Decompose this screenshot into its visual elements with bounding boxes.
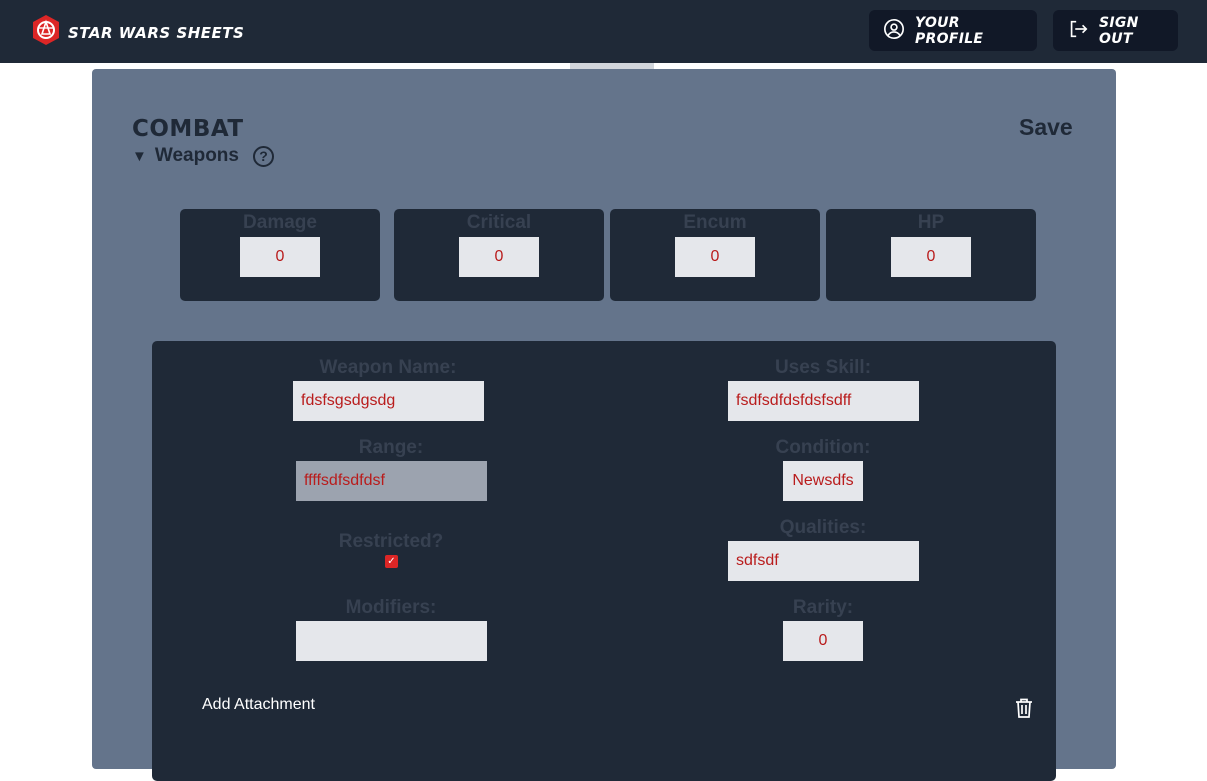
- sign-out-button[interactable]: SIGN OUT: [1053, 10, 1178, 51]
- trash-icon[interactable]: [1014, 697, 1034, 724]
- user-circle-icon: [883, 18, 905, 44]
- stat-critical: Critical: [394, 209, 604, 301]
- restricted-label: Restricted?: [338, 531, 444, 552]
- condition-input[interactable]: [783, 461, 863, 501]
- range-input[interactable]: [296, 461, 487, 501]
- rarity-input[interactable]: [783, 621, 863, 661]
- hp-input[interactable]: [891, 237, 971, 277]
- stat-label: HP: [917, 212, 945, 233]
- sign-out-label: SIGN OUT: [1099, 14, 1139, 47]
- combat-panel: COMBAT Save ▼ Weapons ? Damage Critical …: [92, 69, 1116, 781]
- stat-hp: HP: [826, 209, 1036, 301]
- uses-skill-input[interactable]: [728, 381, 919, 421]
- add-attachment-button[interactable]: Add Attachment: [202, 696, 315, 714]
- qualities-label: Qualities:: [779, 517, 867, 538]
- critical-input[interactable]: [459, 237, 539, 277]
- damage-input[interactable]: [240, 237, 320, 277]
- rarity-label: Rarity:: [792, 597, 854, 618]
- condition-label: Condition:: [775, 437, 871, 458]
- stat-label: Critical: [466, 212, 532, 233]
- weapons-label: Weapons: [154, 145, 239, 166]
- brand-title: STAR WARS SHEETS: [68, 23, 245, 42]
- range-label: Range:: [358, 437, 424, 458]
- section-title: COMBAT: [132, 116, 244, 142]
- stat-encum: Encum: [610, 209, 820, 301]
- stat-label: Damage: [243, 212, 317, 233]
- help-icon[interactable]: ?: [252, 145, 274, 167]
- modifiers-input[interactable]: [296, 621, 487, 661]
- caret-down-icon: ▼: [132, 147, 147, 165]
- qualities-input[interactable]: [728, 541, 919, 581]
- top-navbar: STAR WARS SHEETS YOUR PROFILE SIGN OUT: [0, 0, 1207, 63]
- encum-input[interactable]: [675, 237, 755, 277]
- rebel-logo-icon: [30, 14, 62, 51]
- weapon-name-input[interactable]: [293, 381, 484, 421]
- brand[interactable]: STAR WARS SHEETS: [30, 14, 244, 51]
- your-profile-button[interactable]: YOUR PROFILE: [869, 10, 1037, 51]
- uses-skill-label: Uses Skill:: [774, 357, 872, 378]
- stat-damage: Damage: [180, 209, 380, 301]
- restricted-checkbox[interactable]: ✓: [385, 555, 398, 568]
- weapon-card: Weapon Name: Uses Skill: Range: Conditio…: [152, 341, 1056, 781]
- modifiers-label: Modifiers:: [345, 597, 437, 618]
- weapons-toggle[interactable]: ▼ Weapons ?: [132, 145, 274, 167]
- stat-label: Encum: [683, 212, 747, 233]
- save-button[interactable]: Save: [1019, 114, 1073, 141]
- your-profile-label: YOUR PROFILE: [915, 14, 984, 47]
- weapon-name-label: Weapon Name:: [319, 357, 457, 378]
- logout-icon: [1067, 18, 1089, 44]
